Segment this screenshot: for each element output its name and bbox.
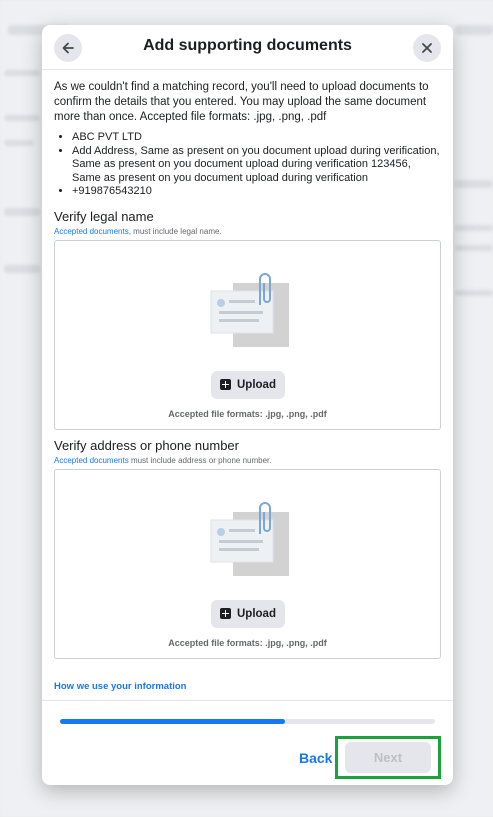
document-paperclip-icon xyxy=(210,501,289,576)
accepted-documents-link[interactable]: Accepted documents xyxy=(54,456,129,465)
accepted-documents-link[interactable]: Accepted documents, xyxy=(54,227,131,236)
dialog-footer: Back Next xyxy=(42,700,453,785)
accepted-formats-text: Accepted file formats: .jpg, .png, .pdf xyxy=(168,637,327,648)
address-upload-button[interactable]: Upload xyxy=(211,599,285,628)
address-section-title: Verify address or phone number xyxy=(54,437,239,453)
next-button[interactable]: Next xyxy=(345,742,431,773)
progress-fill xyxy=(60,719,285,724)
background-text xyxy=(455,180,493,188)
plus-square-icon xyxy=(220,379,231,390)
legal-name-hint-text: must include legal name. xyxy=(130,226,222,236)
address-hint-text: must include address or phone number. xyxy=(128,455,272,465)
background-text xyxy=(4,265,40,273)
legal-name-section-title: Verify legal name xyxy=(54,208,154,224)
background-text xyxy=(455,245,493,251)
background-text xyxy=(455,25,493,35)
address-upload-area[interactable]: Upload Accepted file formats: .jpg, .png… xyxy=(54,468,441,659)
entered-details-list: ABC PVT LTD Add Address, Same as present… xyxy=(54,131,441,199)
dialog-title: Add supporting documents xyxy=(143,37,352,54)
detail-business-name: ABC PVT LTD xyxy=(72,131,441,145)
upload-button-label: Upload xyxy=(237,378,276,391)
legal-name-hint: Accepted documents, must include legal n… xyxy=(54,226,441,237)
how-we-use-info-link[interactable]: How we use your information xyxy=(54,681,441,692)
document-paperclip-icon xyxy=(210,272,289,347)
plus-square-icon xyxy=(220,608,231,619)
close-button[interactable] xyxy=(413,34,441,62)
progress-bar xyxy=(60,719,435,724)
background-text xyxy=(4,140,34,146)
legal-name-upload-button[interactable]: Upload xyxy=(211,370,285,399)
background-text xyxy=(4,70,40,76)
background-text xyxy=(4,208,40,216)
back-button[interactable]: Back xyxy=(299,750,332,766)
supporting-documents-dialog: Add supporting documents As we couldn't … xyxy=(42,25,453,785)
accepted-formats-text: Accepted file formats: .jpg, .png, .pdf xyxy=(168,408,327,419)
upload-button-label: Upload xyxy=(237,607,276,620)
address-hint: Accepted documents must include address … xyxy=(54,455,441,466)
dialog-header: Add supporting documents xyxy=(42,25,453,70)
legal-name-upload-area[interactable]: Upload Accepted file formats: .jpg, .png… xyxy=(54,239,441,430)
dialog-body[interactable]: As we couldn't find a matching record, y… xyxy=(42,70,453,700)
detail-address: Add Address, Same as present on you docu… xyxy=(72,145,441,186)
background-text xyxy=(455,225,493,231)
background-text xyxy=(4,115,40,121)
background-text xyxy=(455,290,493,296)
close-icon xyxy=(422,43,432,53)
intro-text: As we couldn't find a matching record, y… xyxy=(54,81,429,123)
detail-phone: +919876543210 xyxy=(72,185,441,199)
